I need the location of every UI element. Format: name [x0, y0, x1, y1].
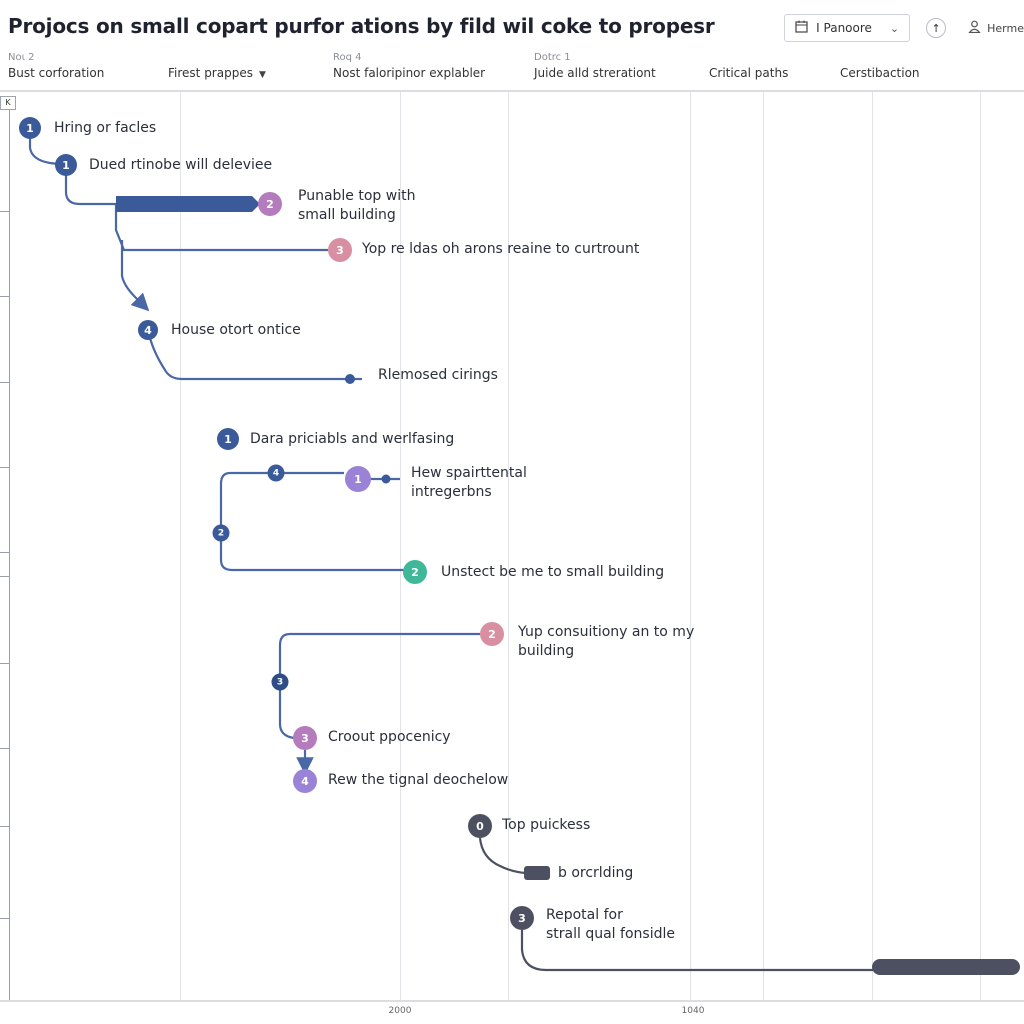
step-node[interactable]: 4 [138, 320, 158, 340]
step-label: Dued rtinobe will deleviee [89, 157, 273, 173]
step-node[interactable]: 3 [510, 906, 534, 930]
step-label: Dara priciabls and werlfasing [250, 431, 455, 447]
axis-tick-label: 2000 [388, 1006, 412, 1016]
step-label: Croout ppocenicy [328, 729, 451, 745]
step-label: Repotal for strall qual fonsidle [546, 907, 675, 942]
step-label: Rew the tignal deochelow [328, 772, 509, 788]
step-node[interactable]: 1 [345, 466, 371, 492]
step-node[interactable]: 2 [258, 192, 282, 216]
step-node[interactable]: 2 [212, 524, 230, 542]
step-node[interactable]: 4 [267, 464, 285, 482]
time-axis [0, 1000, 1024, 1002]
step-node[interactable]: 3 [271, 673, 289, 691]
step-label: Hring or facles [54, 120, 157, 136]
step-node[interactable]: 3 [293, 726, 317, 750]
connector [278, 632, 480, 740]
step-node[interactable]: 0 [468, 814, 492, 838]
step-node[interactable]: 4 [293, 769, 317, 793]
endpoint-dot [345, 374, 355, 384]
step-node[interactable]: 3 [328, 238, 352, 262]
step-node[interactable]: 2 [403, 560, 427, 584]
step-node[interactable]: 2 [480, 622, 504, 646]
endpoint-dot [381, 474, 391, 484]
axis-tick-label: 1040 [681, 1006, 705, 1016]
progress-bar [116, 196, 252, 212]
step-node[interactable]: 1 [217, 428, 239, 450]
step-label: Punable top with small building [298, 188, 416, 223]
step-label: Unstect be me to small building [441, 564, 665, 580]
step-node[interactable]: 1 [55, 154, 77, 176]
bar-connector-chip [524, 866, 550, 880]
step-node[interactable]: 1 [19, 117, 41, 139]
step-label: Yop re ldas oh arons reaine to curtrount [362, 241, 640, 257]
step-label: House otort ontice [171, 322, 301, 338]
step-label: b orcrlding [558, 865, 634, 881]
step-label: Hew spairttental intregerbns [411, 465, 527, 500]
connector [219, 471, 404, 572]
step-label: Top puickess [502, 817, 591, 833]
connector [478, 837, 527, 875]
step-label: Rlemosed cirings [378, 367, 498, 383]
progress-bar [872, 959, 1020, 975]
step-label: Yup consuitiony an to my building [518, 624, 695, 659]
connector-layer [28, 128, 1020, 975]
